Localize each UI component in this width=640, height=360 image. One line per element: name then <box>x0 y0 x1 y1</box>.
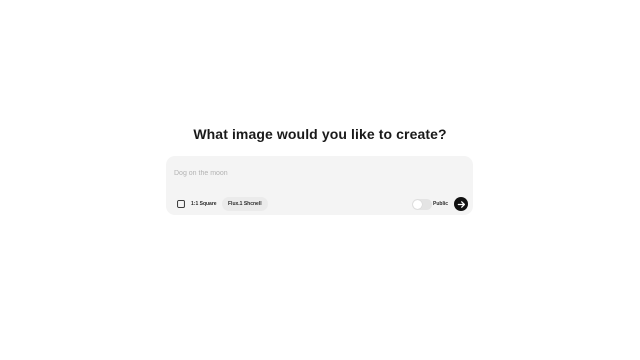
arrow-right-icon <box>457 200 466 209</box>
prompt-input[interactable] <box>174 163 464 183</box>
square-aspect-icon <box>177 200 185 208</box>
model-select-button[interactable]: Flux.1 Shcnell <box>222 197 268 211</box>
toggle-knob <box>413 200 422 209</box>
public-label: Public <box>433 201 449 207</box>
page-title: What image would you like to create? <box>193 126 447 142</box>
page: What image would you like to create? 1:1… <box>0 0 640 360</box>
public-toggle[interactable] <box>412 199 432 210</box>
prompt-card: 1:1 Square Flux.1 Shcnell Public <box>166 156 473 215</box>
aspect-ratio-label: 1:1 Square <box>191 201 217 207</box>
submit-button[interactable] <box>454 197 468 211</box>
model-label: Flux.1 Shcnell <box>228 201 262 207</box>
aspect-ratio-button[interactable]: 1:1 Square <box>174 197 223 211</box>
